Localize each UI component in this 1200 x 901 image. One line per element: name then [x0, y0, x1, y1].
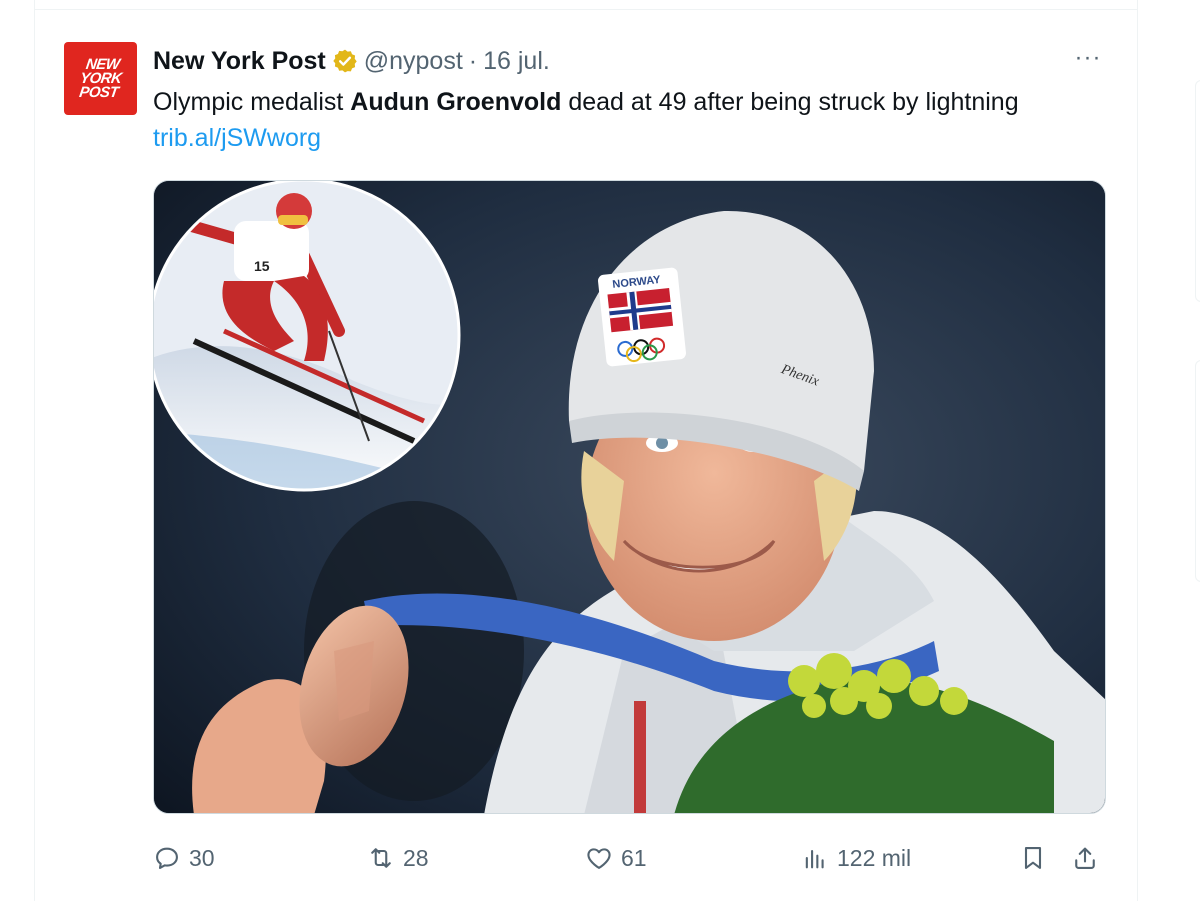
- repost-icon: [371, 848, 391, 868]
- share-icon: [1075, 847, 1095, 869]
- views-icon: [805, 849, 824, 869]
- tweet-text-part: Olympic medalist: [153, 88, 351, 116]
- bookmark-button[interactable]: [1019, 838, 1055, 878]
- tweet-link[interactable]: trib.al/jSWworg: [153, 124, 321, 152]
- logo-line: POST: [77, 83, 120, 101]
- more-icon[interactable]: ···: [1071, 46, 1105, 74]
- nypost-logo: NEW YORK POST: [77, 56, 124, 101]
- reply-button[interactable]: 30: [153, 838, 215, 878]
- views-button[interactable]: 122 mil: [801, 838, 911, 878]
- verified-badge-icon: [333, 49, 357, 73]
- like-icon: [587, 848, 611, 869]
- tweet-date[interactable]: 16 jul.: [483, 47, 550, 76]
- reply-icon: [156, 847, 178, 869]
- author-name[interactable]: New York Post: [153, 47, 326, 76]
- like-button[interactable]: 61: [585, 838, 647, 878]
- repost-count: 28: [403, 844, 429, 871]
- views-count: 122 mil: [837, 844, 912, 871]
- tweet-text-bold: Audun Groenvold: [350, 88, 562, 116]
- sidebar-card-edge: [1195, 360, 1200, 582]
- tweet-text: Olympic medalist Audun Groenvold dead at…: [153, 84, 1093, 156]
- bib-number-text: 15: [254, 258, 270, 274]
- like-count: 61: [621, 844, 647, 871]
- media-illustration: NORWAY Phenix 15: [154, 181, 1105, 813]
- previous-tweet-border: [34, 0, 1138, 10]
- avatar[interactable]: NEW YORK POST: [64, 42, 137, 115]
- sidebar-card-edge: [1195, 80, 1200, 302]
- bookmark-icon: [1024, 847, 1042, 869]
- separator-dot: ·: [468, 46, 478, 75]
- author-handle[interactable]: @nypost: [364, 47, 463, 76]
- tweet-media-image[interactable]: NORWAY Phenix 15: [153, 180, 1106, 814]
- repost-button[interactable]: 28: [367, 838, 429, 878]
- share-button[interactable]: [1071, 838, 1107, 878]
- tweet-header: New York Post @nypost · 16 jul.: [153, 44, 550, 78]
- reply-count: 30: [189, 844, 215, 871]
- tweet-text-part: dead at 49 after being struck by lightni…: [561, 88, 1019, 116]
- tweet-actions: 30 28 61 122 mil: [153, 838, 1106, 878]
